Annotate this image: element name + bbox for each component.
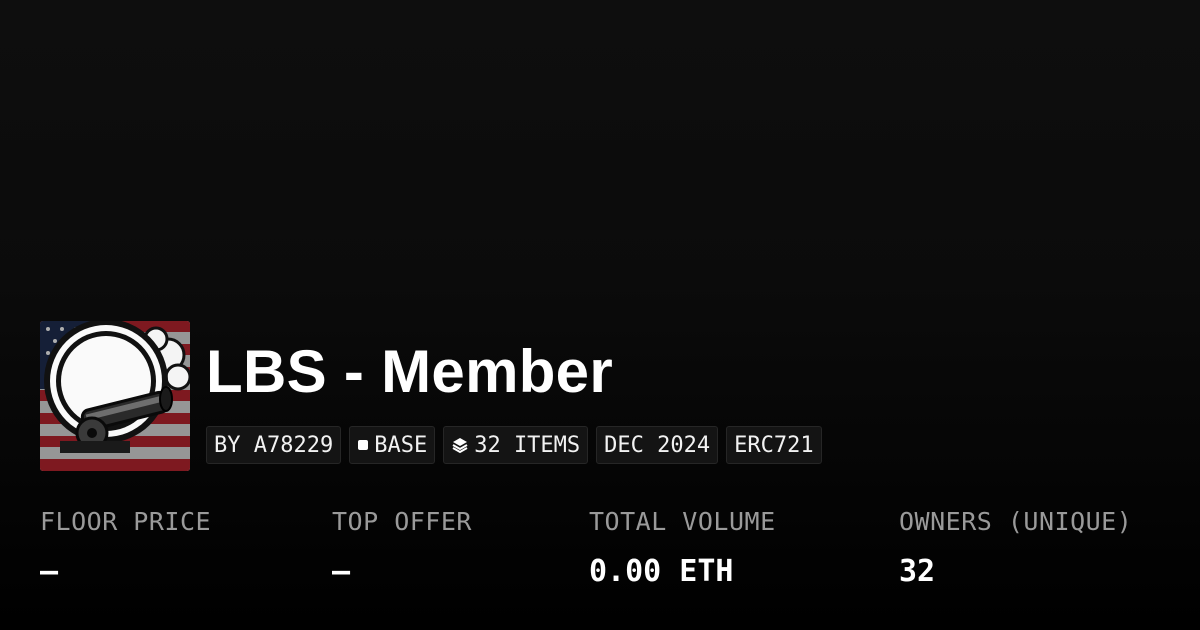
stat-value: – [332,554,351,589]
stat-top-offer: TOP OFFER – [332,505,472,589]
stat-value: – [40,554,59,589]
stat-floor-price: FLOOR PRICE – [40,505,211,589]
chain-tag[interactable]: BASE [349,426,436,464]
collection-header: LBS - Member BY A78229 BASE 32 ITEMS DEC… [40,321,822,471]
date-tag-label: DEC 2024 [604,432,711,458]
date-tag: DEC 2024 [596,426,719,464]
stat-label: FLOOR PRICE [40,507,212,536]
items-tag[interactable]: 32 ITEMS [443,426,589,464]
stat-total-volume: TOTAL VOLUME 0.00 ETH [589,505,776,589]
collection-avatar[interactable] [40,321,190,471]
stat-value: 32 [899,554,936,589]
layers-icon [451,436,469,454]
standard-tag: ERC721 [726,426,822,464]
collection-title: LBS - Member [206,338,613,405]
items-tag-label: 32 ITEMS [474,432,581,458]
collection-logo-image [40,321,190,471]
stat-value: 0.00 ETH [589,554,734,589]
stat-label: TOP OFFER [332,507,472,536]
standard-tag-label: ERC721 [734,432,814,458]
collection-stats: FLOOR PRICE – TOP OFFER – TOTAL VOLUME 0… [0,505,1200,605]
creator-tag[interactable]: BY A78229 [206,426,342,464]
base-chain-icon [357,439,369,451]
creator-tag-label: BY A78229 [214,432,334,458]
collection-tags: BY A78229 BASE 32 ITEMS DEC 2024 ERC721 [206,426,822,464]
stat-owners: OWNERS (UNIQUE) 32 [899,505,1132,589]
stat-label: OWNERS (UNIQUE) [899,507,1133,536]
stat-label: TOTAL VOLUME [589,507,776,536]
chain-tag-label: BASE [374,432,428,458]
